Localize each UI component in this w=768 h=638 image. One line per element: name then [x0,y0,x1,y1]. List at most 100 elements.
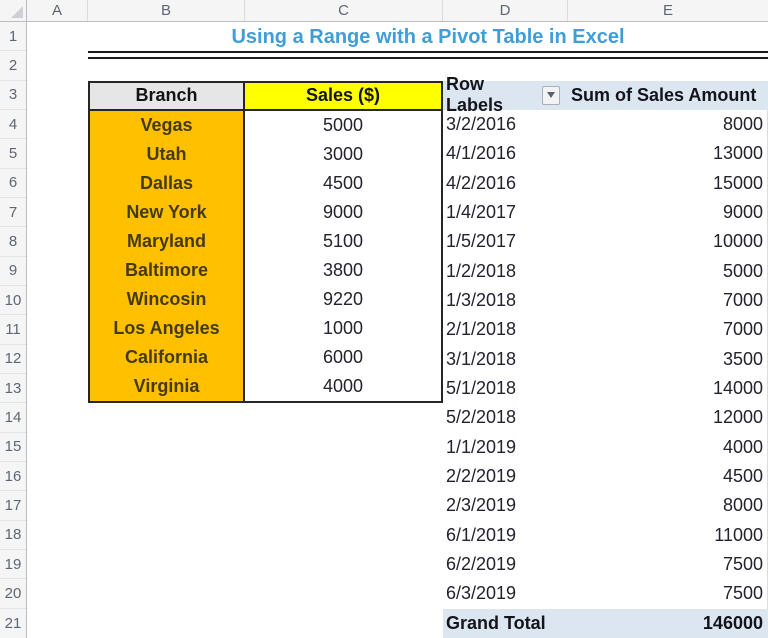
sales-cell[interactable]: 9000 [245,198,441,227]
date-cell[interactable]: 2/2/2019 [443,466,568,487]
date-cell[interactable]: 6/2/2019 [443,554,568,575]
amount-cell[interactable]: 14000 [568,378,768,399]
sales-cell[interactable]: 5100 [245,227,441,256]
column-header-e[interactable]: E [568,0,768,21]
table-row: 6/2/2019 7500 [443,550,768,579]
branch-cell[interactable]: Virginia [90,372,245,401]
amount-cell[interactable]: 7000 [568,319,768,340]
branch-cell[interactable]: Los Angeles [90,314,245,343]
table-row: 1/4/2017 9000 [443,198,768,227]
row-header[interactable]: 10 [0,286,26,315]
grand-total-value-cell[interactable]: 146000 [568,613,768,634]
column-header-a[interactable]: A [27,0,88,21]
amount-cell[interactable]: 11000 [568,525,768,546]
branch-cell[interactable]: Maryland [90,227,245,256]
date-cell[interactable]: 1/3/2018 [443,290,568,311]
sales-cell[interactable]: 1000 [245,314,441,343]
table-row: 1/5/2017 10000 [443,227,768,256]
row-header[interactable]: 9 [0,257,26,286]
row-labels-filter-button[interactable] [542,86,560,105]
date-cell[interactable]: 5/1/2018 [443,378,568,399]
row-header[interactable]: 18 [0,521,26,550]
grand-total-label-cell[interactable]: Grand Total [443,613,568,634]
column-header-d[interactable]: D [443,0,568,21]
branch-cell[interactable]: Dallas [90,169,245,198]
row-header[interactable]: 15 [0,433,26,462]
table-row: California 6000 [90,343,441,372]
branch-cell[interactable]: California [90,343,245,372]
sales-cell[interactable]: 4000 [245,372,441,401]
date-cell[interactable]: 1/5/2017 [443,231,568,252]
sheet-title-cell[interactable]: Using a Range with a Pivot Table in Exce… [88,22,768,52]
row-header[interactable]: 2 [0,51,26,80]
title-double-underline [88,51,768,59]
row-header[interactable]: 1 [0,22,26,51]
branch-table-header-row: Branch Sales ($) [90,83,441,111]
sales-cell[interactable]: 3000 [245,140,441,169]
branch-cell[interactable]: Baltimore [90,256,245,285]
sales-header-cell[interactable]: Sales ($) [245,83,441,109]
column-header-b[interactable]: B [88,0,245,21]
branch-cell[interactable]: Wincosin [90,285,245,314]
row-header[interactable]: 21 [0,609,26,638]
date-cell[interactable]: 1/1/2019 [443,437,568,458]
date-cell[interactable]: 6/1/2019 [443,525,568,546]
amount-cell[interactable]: 7500 [568,583,768,604]
amount-cell[interactable]: 5000 [568,261,768,282]
select-all-button[interactable] [0,0,27,22]
branch-cell[interactable]: Vegas [90,111,245,140]
sales-cell[interactable]: 6000 [245,343,441,372]
amount-cell[interactable]: 12000 [568,407,768,428]
row-header[interactable]: 8 [0,227,26,256]
amount-cell[interactable]: 15000 [568,173,768,194]
amount-cell[interactable]: 3500 [568,349,768,370]
sales-cell[interactable]: 3800 [245,256,441,285]
row-header[interactable]: 19 [0,550,26,579]
row-labels-header-cell[interactable]: Row Labels [443,81,568,110]
amount-cell[interactable]: 4500 [568,466,768,487]
sales-cell[interactable]: 5000 [245,111,441,140]
amount-cell[interactable]: 7000 [568,290,768,311]
date-cell[interactable]: 2/3/2019 [443,495,568,516]
branch-header-cell[interactable]: Branch [90,83,245,109]
table-row: Maryland 5100 [90,227,441,256]
branch-cell[interactable]: Utah [90,140,245,169]
row-header[interactable]: 7 [0,198,26,227]
row-header[interactable]: 3 [0,81,26,110]
row-header[interactable]: 14 [0,403,26,432]
table-row: 5/1/2018 14000 [443,374,768,403]
row-header[interactable]: 6 [0,169,26,198]
row-header[interactable]: 16 [0,462,26,491]
row-header[interactable]: 13 [0,374,26,403]
sales-cell[interactable]: 4500 [245,169,441,198]
table-row: New York 9000 [90,198,441,227]
date-cell[interactable]: 2/1/2018 [443,319,568,340]
column-header-c[interactable]: C [245,0,443,21]
date-cell[interactable]: 3/2/2016 [443,114,568,135]
date-cell[interactable]: 4/1/2016 [443,143,568,164]
amount-cell[interactable]: 10000 [568,231,768,252]
table-row: 1/1/2019 4000 [443,433,768,462]
row-header[interactable]: 20 [0,579,26,608]
date-cell[interactable]: 1/2/2018 [443,261,568,282]
branch-cell[interactable]: New York [90,198,245,227]
row-header[interactable]: 12 [0,345,26,374]
amount-cell[interactable]: 8000 [568,114,768,135]
amount-cell[interactable]: 8000 [568,495,768,516]
date-cell[interactable]: 1/4/2017 [443,202,568,223]
row-header[interactable]: 17 [0,491,26,520]
amount-cell[interactable]: 4000 [568,437,768,458]
date-cell[interactable]: 5/2/2018 [443,407,568,428]
sum-of-sales-header-cell[interactable]: Sum of Sales Amount [568,85,768,106]
amount-cell[interactable]: 7500 [568,554,768,575]
row-header[interactable]: 5 [0,139,26,168]
row-header[interactable]: 4 [0,110,26,139]
date-cell[interactable]: 4/2/2016 [443,173,568,194]
table-row: Wincosin 9220 [90,285,441,314]
amount-cell[interactable]: 9000 [568,202,768,223]
row-header[interactable]: 11 [0,315,26,344]
date-cell[interactable]: 3/1/2018 [443,349,568,370]
amount-cell[interactable]: 13000 [568,143,768,164]
sales-cell[interactable]: 9220 [245,285,441,314]
date-cell[interactable]: 6/3/2019 [443,583,568,604]
